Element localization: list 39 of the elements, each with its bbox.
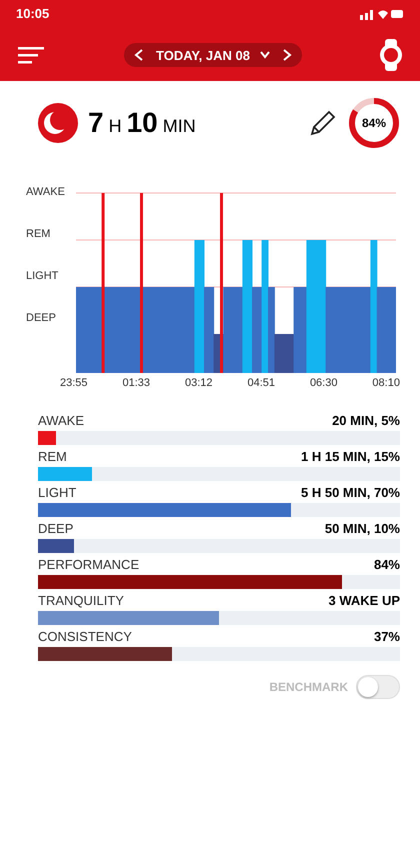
stage-label: AWAKE bbox=[26, 186, 66, 198]
watch-icon[interactable] bbox=[378, 39, 404, 71]
time-label: 23:55 bbox=[60, 377, 88, 389]
date-label[interactable]: TODAY, JAN 08 bbox=[156, 48, 250, 62]
stat-label: DEEP bbox=[38, 521, 74, 536]
stat-value: 1 H 15 MIN, 15% bbox=[301, 449, 400, 464]
stat-label: LIGHT bbox=[38, 485, 76, 500]
stage-label: REM bbox=[26, 228, 52, 240]
stat-value: 5 H 50 MIN, 70% bbox=[301, 485, 400, 500]
status-icons bbox=[360, 8, 404, 20]
minutes-value: 10 bbox=[126, 107, 158, 139]
stat-label: AWAKE bbox=[38, 413, 84, 428]
benchmark-toggle[interactable] bbox=[356, 675, 400, 699]
hours-unit: H bbox=[108, 116, 122, 137]
date-selector[interactable]: TODAY, JAN 08 bbox=[124, 43, 302, 67]
time-label: 08:10 bbox=[372, 377, 400, 389]
stat-value: 20 MIN, 5% bbox=[332, 413, 400, 428]
stat-label: TRANQUILITY bbox=[38, 593, 124, 608]
stage-label: DEEP bbox=[26, 312, 57, 324]
benchmark-label: BENCHMARK bbox=[269, 680, 348, 694]
stat-value: 84% bbox=[374, 557, 400, 572]
time-label: 01:33 bbox=[122, 377, 150, 389]
hours-value: 7 bbox=[88, 107, 104, 139]
time-label: 04:51 bbox=[247, 377, 275, 389]
time-label: 06:30 bbox=[310, 377, 338, 389]
time-label: 03:12 bbox=[184, 377, 212, 389]
pencil-icon[interactable] bbox=[308, 108, 338, 138]
caret-icon bbox=[260, 51, 270, 59]
minutes-unit: MIN bbox=[162, 116, 196, 137]
status-time: 10:05 bbox=[16, 6, 50, 21]
score-value: 84% bbox=[360, 115, 388, 132]
stat-label: CONSISTENCY bbox=[38, 629, 132, 644]
stat-label: REM bbox=[38, 449, 67, 464]
stat-value: 3 WAKE UP bbox=[328, 593, 400, 608]
stat-value: 37% bbox=[374, 629, 400, 644]
stage-label: LIGHT bbox=[26, 270, 60, 282]
stat-value: 50 MIN, 10% bbox=[324, 521, 400, 536]
stat-label: PERFORMANCE bbox=[38, 557, 140, 572]
moon-icon bbox=[38, 103, 78, 143]
